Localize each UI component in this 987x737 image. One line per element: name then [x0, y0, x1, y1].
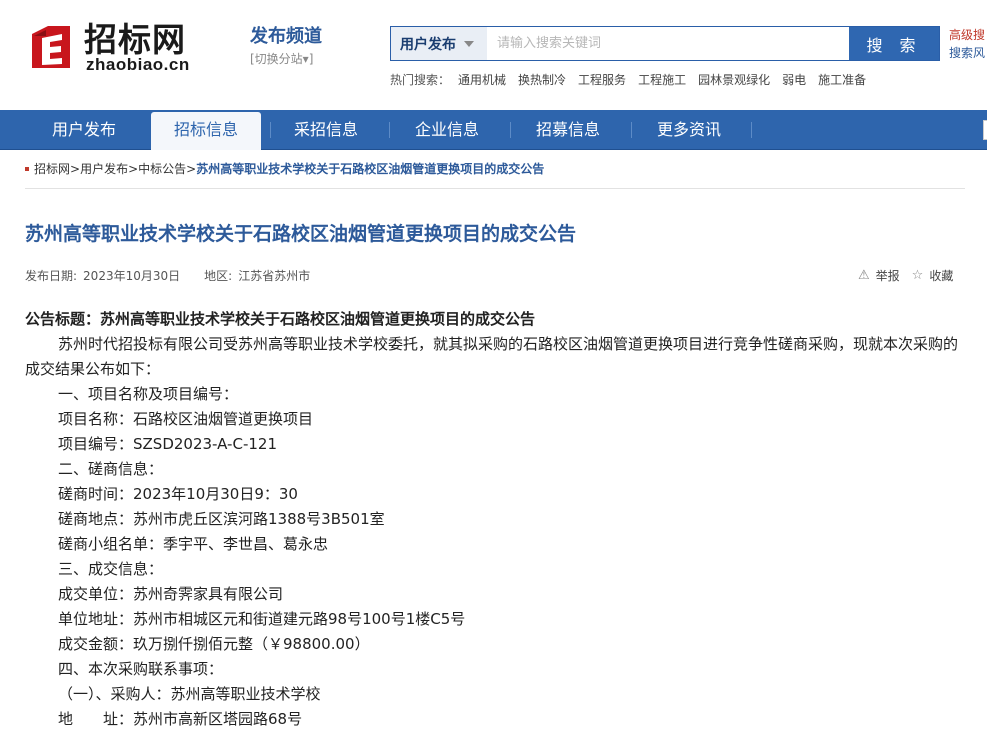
hot-search-item[interactable]: 工程服务: [578, 71, 626, 88]
nav-divider: [389, 122, 390, 138]
article-meta: 发布日期: 2023年10月30日 地区: 江苏省苏州市: [25, 267, 316, 284]
article-body: 公告标题：苏州高等职业技术学校关于石路校区油烟管道更换项目的成交公告 苏州时代招…: [25, 307, 960, 732]
hot-search-item[interactable]: 弱电: [782, 71, 806, 88]
advanced-search-link[interactable]: 高级搜: [949, 26, 985, 44]
hot-search-item[interactable]: 园林景观绿化: [698, 71, 770, 88]
favorite-link[interactable]: 收藏: [929, 267, 953, 284]
date-label: 发布日期:: [25, 269, 78, 283]
nav-item-procurement-info[interactable]: 采招信息: [271, 110, 381, 150]
site-logo[interactable]: 招标网 zhaobiao.cn: [28, 22, 208, 74]
panel-members: 磋商小组名单：季宇平、李世昌、葛永忠: [58, 535, 329, 553]
chevron-down-icon: [464, 40, 474, 47]
report-link[interactable]: 举报: [876, 267, 900, 284]
main-nav: 用户发布 招标信息 采招信息 企业信息 招募信息 更多资讯: [0, 110, 987, 150]
nav-side-widget[interactable]: [983, 120, 987, 140]
search-bar: 用户发布 搜 索: [390, 26, 940, 61]
section-heading: 四、本次采购联系事项：: [58, 660, 224, 678]
publish-date: 2023年10月30日: [83, 269, 181, 283]
negotiation-location: 磋商地点：苏州市虎丘区滨河路1388号3B501室: [58, 510, 385, 528]
section-heading: 一、项目名称及项目编号：: [58, 385, 239, 403]
search-style-link[interactable]: 搜索风: [949, 44, 985, 62]
warning-icon: ⚠: [858, 268, 870, 283]
nav-item-recruit-info[interactable]: 招募信息: [513, 110, 623, 150]
search-button[interactable]: 搜 索: [849, 27, 939, 60]
logo-mark-icon: [32, 26, 70, 68]
hot-search-item[interactable]: 施工准备: [818, 71, 866, 88]
advanced-search-links: 高级搜 搜索风: [949, 26, 985, 62]
search-type-label: 用户发布: [400, 36, 456, 53]
search-input[interactable]: [487, 27, 849, 60]
breadcrumb-separator: >: [186, 161, 197, 176]
award-amount: 成交金额：玖万捌仟捌佰元整（￥98800.00）: [58, 635, 370, 653]
hot-search-item[interactable]: 工程施工: [638, 71, 686, 88]
bullet-icon: [25, 166, 29, 171]
nav-divider: [751, 122, 752, 138]
breadcrumb: 招标网 > 用户发布 > 中标公告 > 苏州高等职业技术学校关于石路校区油烟管道…: [25, 160, 544, 177]
hot-search-item[interactable]: 换热制冷: [518, 71, 566, 88]
hot-search: 热门搜索： 通用机械 换热制冷 工程服务 工程施工 园林景观绿化 弱电 施工准备: [390, 71, 878, 88]
page-title: 苏州高等职业技术学校关于石路校区油烟管道更换项目的成交公告: [25, 223, 577, 245]
project-number: 项目编号：SZSD2023-A-C-121: [58, 435, 277, 453]
region-value: 江苏省苏州市: [238, 269, 311, 283]
notice-intro: 苏州时代招投标有限公司受苏州高等职业技术学校委托，就其拟采购的石路校区油烟管道更…: [25, 335, 959, 378]
channel-title: 发布频道: [250, 26, 322, 47]
star-icon: ☆: [911, 268, 924, 283]
nav-item-user-publish[interactable]: 用户发布: [29, 110, 139, 150]
switch-station-link[interactable]: [切换分站▾]: [250, 50, 322, 67]
breadcrumb-separator: >: [128, 161, 139, 176]
section-heading: 三、成交信息：: [58, 560, 164, 578]
nav-item-company-info[interactable]: 企业信息: [392, 110, 502, 150]
logo-english-text: zhaobiao.cn: [86, 55, 190, 74]
hot-search-item[interactable]: 通用机械: [458, 71, 506, 88]
divider: [25, 188, 965, 189]
logo-chinese-text: 招标网: [84, 20, 186, 59]
region-label: 地区:: [204, 269, 233, 283]
company-address: 单位地址：苏州市相城区元和街道建元路98号100号1楼C5号: [58, 610, 466, 628]
nav-item-more-news[interactable]: 更多资讯: [634, 110, 744, 150]
purchaser-address: 地 址：苏州市高新区塔园路68号: [58, 710, 303, 728]
nav-item-bidding-info[interactable]: 招标信息: [151, 112, 261, 150]
nav-divider: [631, 122, 632, 138]
negotiation-time: 磋商时间：2023年10月30日9：30: [58, 485, 298, 503]
notice-heading: 公告标题：苏州高等职业技术学校关于石路校区油烟管道更换项目的成交公告: [25, 310, 536, 328]
project-name: 项目名称：石路校区油烟管道更换项目: [58, 410, 314, 428]
nav-divider: [510, 122, 511, 138]
purchaser: （一）、采购人：苏州高等职业技术学校: [58, 685, 321, 703]
breadcrumb-item-user-publish[interactable]: 用户发布: [80, 160, 128, 177]
channel-block: 发布频道 [切换分站▾]: [250, 26, 322, 67]
breadcrumb-item-award-notice[interactable]: 中标公告: [138, 160, 186, 177]
search-type-dropdown[interactable]: 用户发布: [391, 27, 487, 60]
breadcrumb-separator: >: [70, 161, 81, 176]
article-actions: ⚠ 举报 ☆ 收藏: [858, 267, 953, 284]
breadcrumb-current: 苏州高等职业技术学校关于石路校区油烟管道更换项目的成交公告: [196, 162, 545, 176]
hot-search-label: 热门搜索：: [390, 73, 451, 87]
breadcrumb-item-home[interactable]: 招标网: [34, 160, 70, 177]
winning-company: 成交单位：苏州奇霁家具有限公司: [58, 585, 284, 603]
section-heading: 二、磋商信息：: [58, 460, 164, 478]
